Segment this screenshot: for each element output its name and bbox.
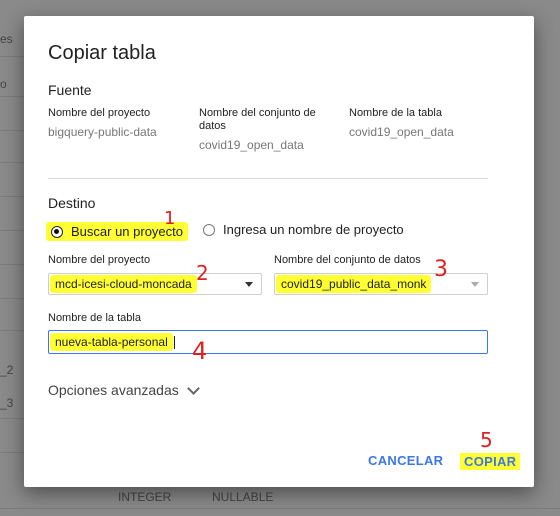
annotation-marker: 1	[164, 208, 176, 229]
bg-divider	[0, 508, 560, 509]
annotation-marker: 4	[192, 337, 208, 365]
source-dataset-label: Nombre del conjunto de datos	[199, 107, 316, 132]
bg-column-mode: NULLABLE	[212, 490, 274, 504]
dest-table-label: Nombre de la tabla	[48, 312, 141, 324]
advanced-options-label: Opciones avanzadas	[48, 382, 179, 398]
bg-divider	[0, 96, 24, 97]
bg-text: es	[0, 32, 13, 46]
bg-divider	[0, 162, 24, 163]
chevron-down-icon	[186, 381, 200, 395]
advanced-options-toggle[interactable]: Opciones avanzadas	[48, 381, 200, 398]
dest-dataset-label: Nombre del conjunto de datos	[274, 254, 421, 266]
bg-column-type: INTEGER	[118, 490, 172, 504]
source-heading: Fuente	[48, 82, 92, 98]
bg-text: _2	[0, 363, 14, 377]
copy-table-dialog: Copiar tabla Fuente Nombre del proyecto …	[24, 16, 534, 487]
radio-selected-icon[interactable]	[51, 225, 63, 238]
copy-button[interactable]: COPIAR	[460, 453, 521, 470]
chevron-down-icon	[471, 282, 479, 287]
bg-divider	[0, 418, 24, 419]
bg-text: _3	[0, 396, 14, 410]
radio-enter-project[interactable]: Ingresa un nombre de proyecto	[203, 222, 404, 237]
source-dataset-value: covid19_open_data	[199, 138, 304, 152]
destination-heading: Destino	[48, 195, 96, 211]
bg-divider	[0, 56, 24, 57]
dest-project-label: Nombre del proyecto	[48, 254, 151, 266]
annotation-marker: 5	[480, 428, 493, 452]
dest-dataset-select[interactable]: covid19_public_data_monk	[274, 273, 488, 295]
annotation-marker: 2	[196, 261, 209, 285]
bg-divider	[0, 196, 24, 197]
bg-divider	[0, 330, 24, 331]
bg-divider	[0, 130, 24, 131]
dest-table-value: nueva-tabla-personal	[50, 333, 173, 351]
bg-divider	[0, 298, 24, 299]
source-table-label: Nombre de la tabla	[349, 107, 442, 119]
source-table-value: covid19_open_data	[349, 125, 454, 139]
dest-project-value: mcd-icesi-cloud-moncada	[50, 275, 197, 293]
dest-dataset-value: covid19_public_data_monk	[276, 275, 432, 293]
bg-divider	[0, 264, 24, 265]
bg-text: o	[0, 77, 7, 91]
cancel-button[interactable]: CANCELAR	[368, 453, 443, 468]
text-cursor	[173, 335, 175, 349]
source-project-value: bigquery-public-data	[48, 125, 157, 139]
bg-divider	[0, 452, 24, 453]
dialog-title: Copiar tabla	[48, 42, 156, 64]
dest-table-input[interactable]: nueva-tabla-personal	[48, 330, 488, 354]
dest-project-select[interactable]: mcd-icesi-cloud-moncada	[48, 273, 262, 295]
annotation-marker: 3	[434, 257, 448, 282]
section-divider	[48, 178, 488, 179]
bg-divider	[0, 230, 24, 231]
radio-unselected-icon[interactable]	[203, 223, 215, 236]
radio-enter-label: Ingresa un nombre de proyecto	[223, 222, 404, 237]
source-project-label: Nombre del proyecto	[48, 107, 151, 119]
chevron-down-icon	[245, 282, 253, 287]
